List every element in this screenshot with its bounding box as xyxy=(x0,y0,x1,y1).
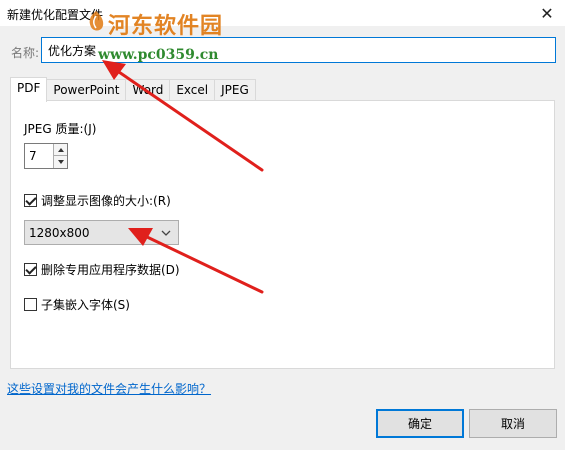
jpeg-quality-input[interactable] xyxy=(25,144,53,168)
settings-help-link[interactable]: 这些设置对我的文件会产生什么影响？ xyxy=(7,380,211,397)
resize-images-option[interactable]: 调整显示图像的大小:(R) xyxy=(24,192,171,209)
chevron-down-icon xyxy=(161,230,171,236)
title-bar: 新建优化配置文件 ✕ xyxy=(0,0,565,26)
jpeg-quality-label: JPEG 质量:(J) xyxy=(24,122,97,136)
spin-up-button[interactable] xyxy=(53,144,67,156)
embed-font-subset-option[interactable]: 子集嵌入字体(S) xyxy=(24,296,130,313)
dialog-body: 名称: PDF PowerPoint Word Excel JPEG JPEG … xyxy=(0,26,565,450)
spin-down-button[interactable] xyxy=(53,156,67,168)
name-label: 名称: xyxy=(11,46,40,60)
cancel-button[interactable]: 取消 xyxy=(469,409,557,438)
resolution-value: 1280x800 xyxy=(29,225,90,240)
watermark-brand: 河东软件园 xyxy=(108,13,224,39)
resize-images-label: 调整显示图像的大小:(R) xyxy=(41,194,171,208)
ok-button[interactable]: 确定 xyxy=(376,409,464,438)
close-button[interactable]: ✕ xyxy=(529,0,565,26)
jpeg-quality-spinner xyxy=(24,143,68,169)
resolution-dropdown[interactable]: 1280x800 xyxy=(24,220,179,245)
resize-images-checkbox[interactable] xyxy=(24,194,37,207)
delete-app-data-label: 删除专用应用程序数据(D) xyxy=(41,263,180,277)
tab-word[interactable]: Word xyxy=(125,79,171,101)
close-icon: ✕ xyxy=(540,3,554,23)
triangle-down-icon xyxy=(57,160,64,164)
tab-pdf[interactable]: PDF xyxy=(10,77,48,102)
tab-excel[interactable]: Excel xyxy=(169,79,216,101)
tab-jpeg[interactable]: JPEG xyxy=(214,79,256,101)
delete-app-data-option[interactable]: 删除专用应用程序数据(D) xyxy=(24,261,180,278)
watermark-url: www.pc0359.cn xyxy=(98,47,219,63)
embed-font-subset-checkbox[interactable] xyxy=(24,298,37,311)
watermark-logo-icon xyxy=(89,11,104,31)
delete-app-data-checkbox[interactable] xyxy=(24,263,37,276)
triangle-up-icon xyxy=(57,147,64,152)
tab-strip: PDF PowerPoint Word Excel JPEG xyxy=(10,77,256,102)
pdf-settings-panel: JPEG 质量:(J) 调整显示图像的大小:(R) 1280x800 删除专用应… xyxy=(10,100,555,369)
tab-powerpoint[interactable]: PowerPoint xyxy=(46,79,127,101)
embed-font-subset-label: 子集嵌入字体(S) xyxy=(41,298,130,312)
